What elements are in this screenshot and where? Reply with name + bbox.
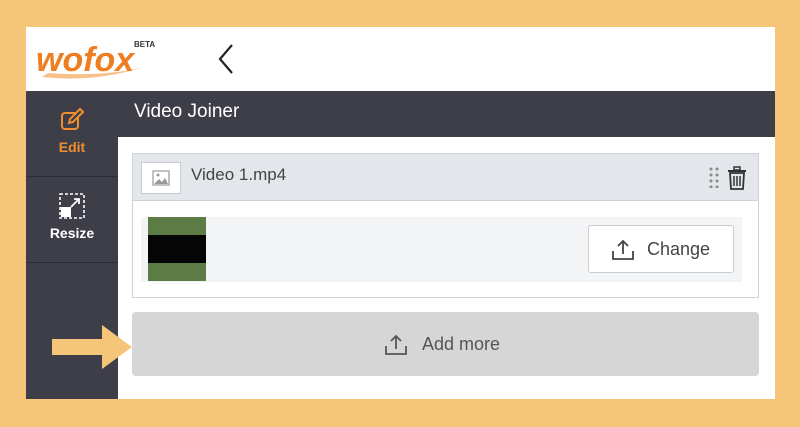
resize-icon: [59, 193, 85, 219]
edit-icon: [61, 107, 85, 130]
back-button[interactable]: [212, 41, 242, 77]
arrow-right-icon: [52, 325, 132, 369]
sidebar-item-resize[interactable]: Resize: [26, 177, 118, 263]
sidebar-item-label: Resize: [49, 225, 95, 241]
change-video-button[interactable]: Change: [588, 225, 734, 273]
chevron-left-icon: [218, 44, 233, 74]
image-icon: [152, 170, 170, 186]
page-title: Video Joiner: [118, 91, 775, 137]
video-item-card: Video 1.mp4 Change: [132, 153, 759, 298]
app-window: wofox BETA Edit Resize Video Joiner Vide…: [26, 27, 775, 399]
video-item-header: Video 1.mp4: [133, 154, 758, 201]
upload-icon: [612, 239, 634, 260]
drag-handle-icon[interactable]: [708, 166, 720, 189]
delete-video-button[interactable]: [726, 166, 748, 190]
image-placeholder: [141, 162, 181, 194]
svg-text:BETA: BETA: [134, 40, 155, 49]
top-bar: wofox BETA: [26, 27, 775, 91]
sidebar-item-edit[interactable]: Edit: [26, 91, 118, 177]
video-file-name: Video 1.mp4: [191, 165, 287, 184]
wofox-logo[interactable]: wofox BETA: [34, 37, 164, 83]
sidebar-item-label: Edit: [58, 139, 86, 155]
trash-icon: [728, 166, 746, 190]
add-more-label: Add more: [422, 334, 501, 354]
change-button-label: Change: [647, 239, 711, 259]
main-content: Video Joiner Video 1.mp4 Change Add more: [118, 91, 775, 399]
video-item-body: Change: [141, 217, 742, 282]
upload-icon: [385, 334, 407, 355]
video-thumbnail: [148, 217, 206, 281]
svg-text:wofox: wofox: [36, 41, 136, 79]
add-more-button[interactable]: Add more: [132, 312, 759, 376]
